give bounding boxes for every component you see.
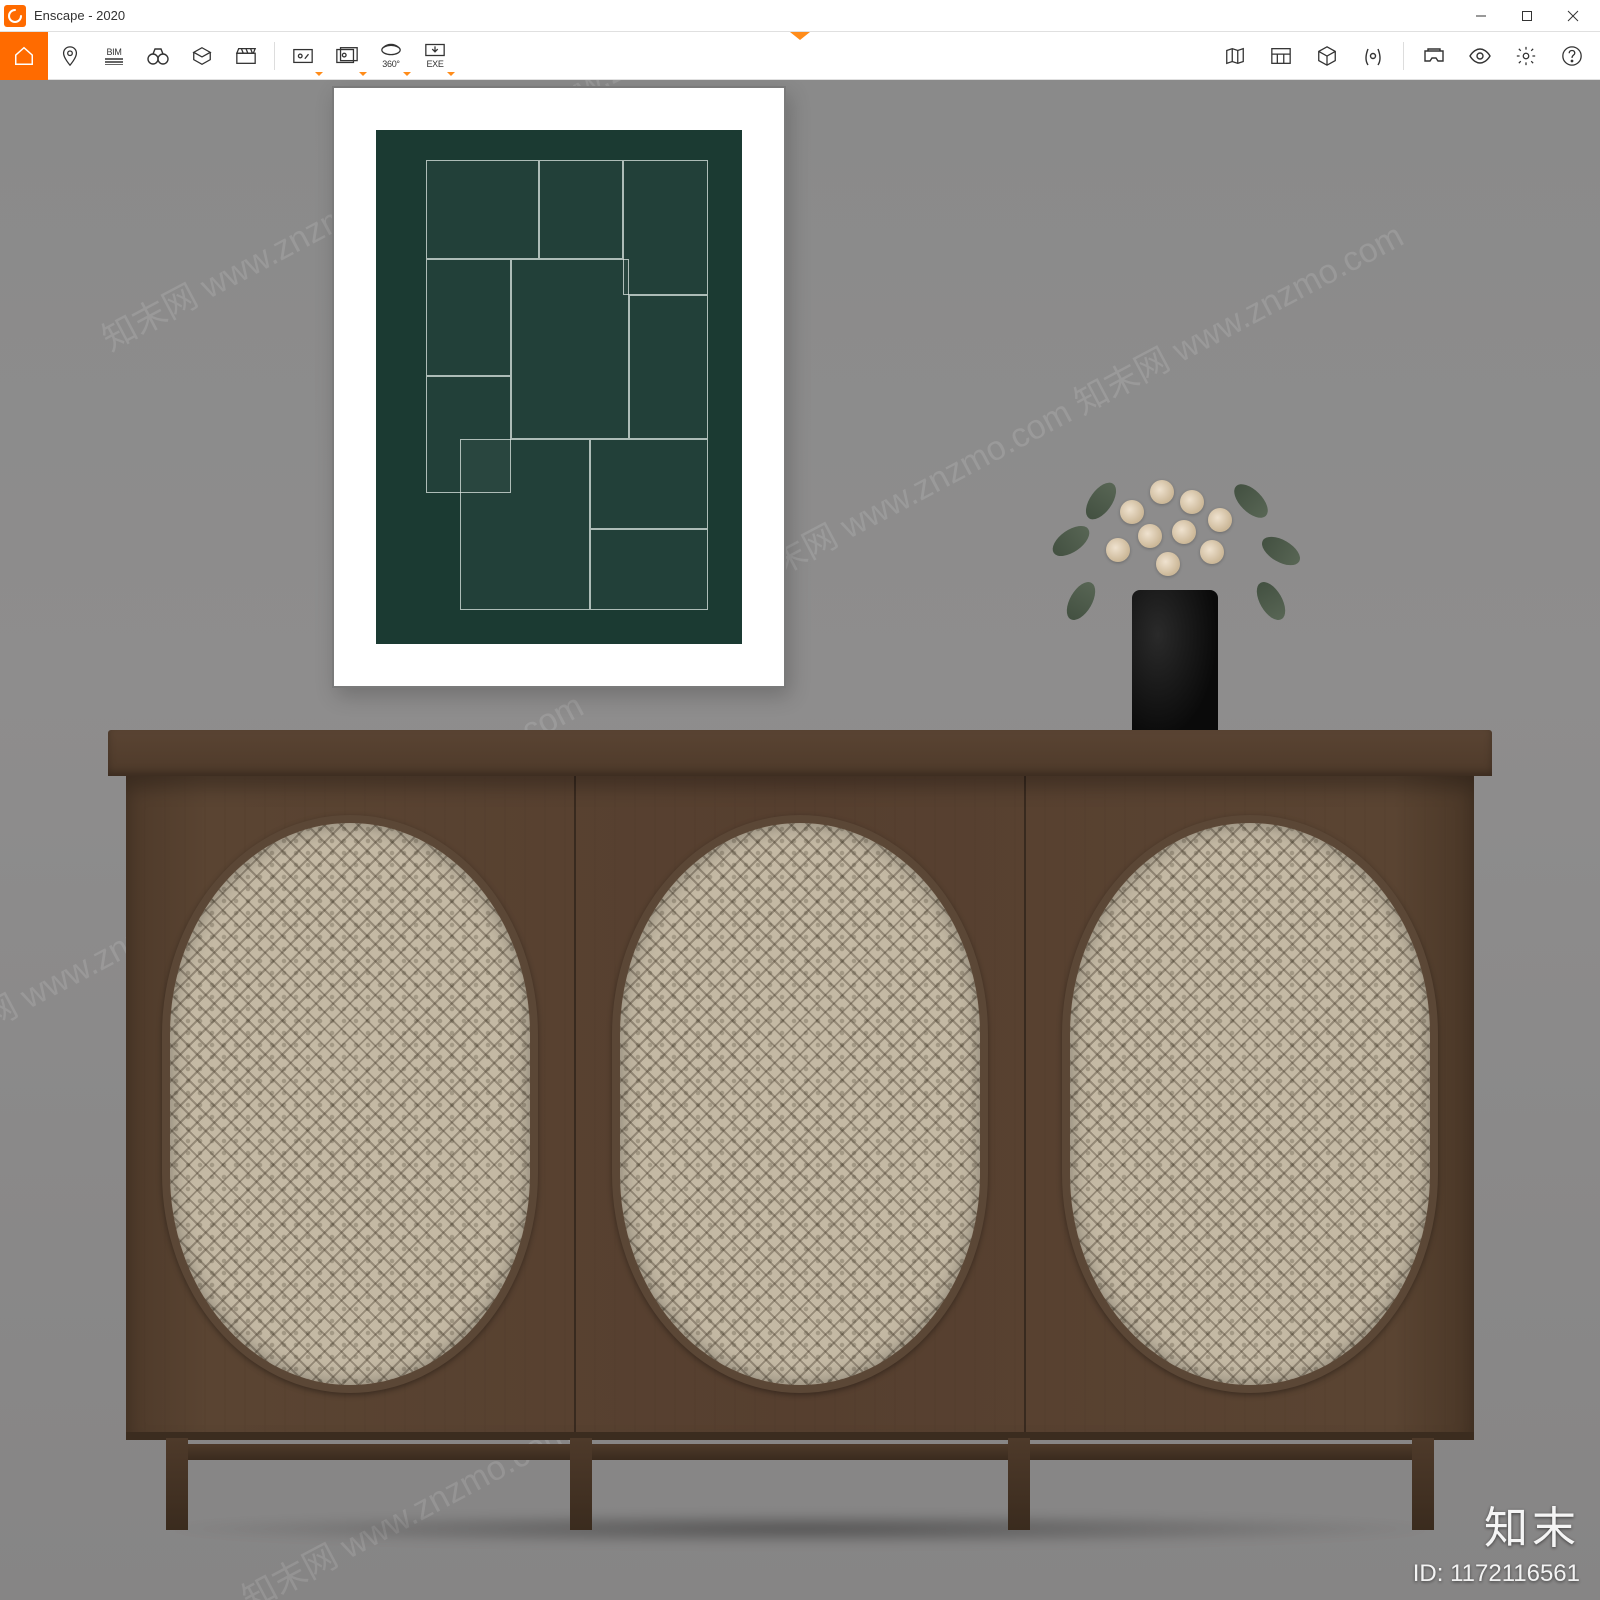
- settings-button[interactable]: [1504, 32, 1548, 80]
- visual-settings-button[interactable]: [1458, 32, 1502, 80]
- corner-label: 知末 ID: 1172116561: [1413, 1492, 1580, 1588]
- vr-headset-button[interactable]: [1412, 32, 1456, 80]
- screenshot-button[interactable]: [281, 32, 325, 80]
- center-expand-arrow-icon[interactable]: [790, 32, 810, 40]
- toolbar-separator: [1403, 42, 1404, 70]
- dropdown-arrow-icon: [359, 72, 367, 76]
- panorama-360-button[interactable]: 360°: [369, 32, 413, 80]
- asset-library-button[interactable]: [1259, 32, 1303, 80]
- dropdown-arrow-icon: [315, 72, 323, 76]
- floorplan-artwork: [376, 130, 742, 644]
- bim-button[interactable]: BIM: [92, 32, 136, 80]
- collaboration-button[interactable]: [1351, 32, 1395, 80]
- app-logo-icon: [4, 5, 26, 27]
- dropdown-arrow-icon: [447, 72, 455, 76]
- cabinet-door: [1026, 776, 1474, 1432]
- title-bar: Enscape - 2020: [0, 0, 1600, 32]
- bim-label: BIM: [106, 47, 121, 57]
- map-button[interactable]: [1213, 32, 1257, 80]
- home-button[interactable]: [0, 32, 48, 80]
- help-button[interactable]: [1550, 32, 1594, 80]
- perspective-view-button[interactable]: [180, 32, 224, 80]
- dropdown-arrow-icon: [403, 72, 411, 76]
- wall-picture-frame: [332, 86, 786, 688]
- panorama-label: 360°: [382, 59, 399, 69]
- location-pin-button[interactable]: [48, 32, 92, 80]
- sideboard-cabinet: [108, 730, 1492, 1530]
- cane-panel: [612, 815, 988, 1392]
- cane-panel: [162, 815, 538, 1392]
- exe-label: EXE: [426, 59, 443, 69]
- cabinet-door: [126, 776, 576, 1432]
- render-viewport[interactable]: 知末网 www.znzmo.com 知末网 www.znzmo.com 知末网 …: [0, 80, 1600, 1600]
- export-exe-button[interactable]: EXE: [413, 32, 457, 80]
- cabinet-door: [576, 776, 1026, 1432]
- toolbar: BIM 360° EXE: [0, 32, 1600, 80]
- minimize-button[interactable]: [1458, 0, 1504, 32]
- close-button[interactable]: [1550, 0, 1596, 32]
- batch-render-button[interactable]: [325, 32, 369, 80]
- flower-vase: [1040, 460, 1320, 740]
- binoculars-button[interactable]: [136, 32, 180, 80]
- cane-panel: [1062, 815, 1438, 1392]
- cube-3d-button[interactable]: [1305, 32, 1349, 80]
- app-title: Enscape - 2020: [34, 8, 125, 23]
- toolbar-separator: [274, 42, 275, 70]
- maximize-button[interactable]: [1504, 0, 1550, 32]
- asset-id-text: ID: 1172116561: [1413, 1560, 1580, 1588]
- brand-text: 知末: [1413, 1492, 1580, 1556]
- clapperboard-button[interactable]: [224, 32, 268, 80]
